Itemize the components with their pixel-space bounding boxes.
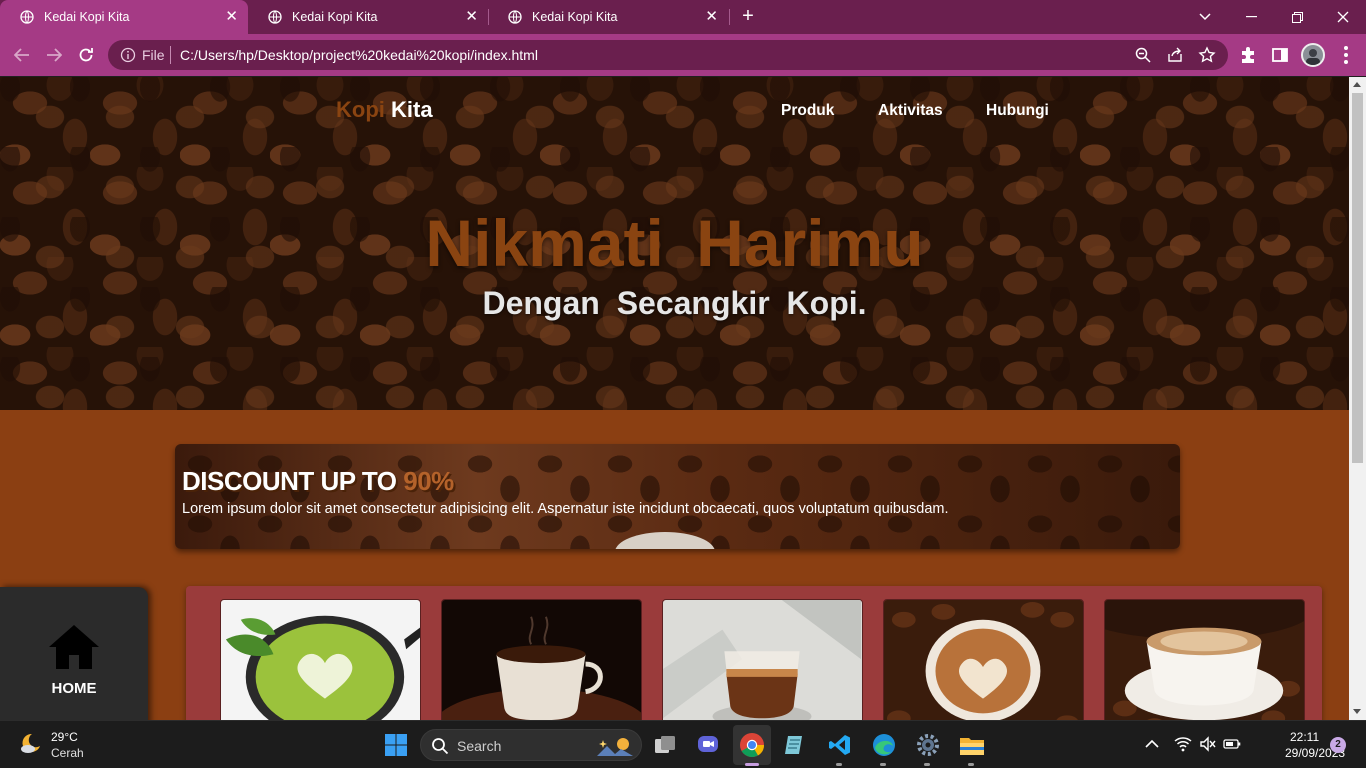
- latte-art-image: [884, 600, 1083, 720]
- home-button[interactable]: HOME: [0, 587, 148, 720]
- start-icon[interactable]: [382, 731, 410, 759]
- hero-section: Kopi Kita Produk Aktivitas Hubungi Nikma…: [0, 77, 1349, 410]
- forward-button[interactable]: [42, 43, 66, 67]
- search-placeholder: Search: [457, 738, 502, 754]
- globe-icon: [508, 10, 522, 24]
- new-tab-button[interactable]: +: [738, 5, 758, 29]
- search-highlight-icon: [597, 738, 633, 756]
- chrome-icon[interactable]: [733, 725, 771, 765]
- discount-banner: DISCOUNT UP TO 90% Lorem ipsum dolor sit…: [175, 444, 1180, 549]
- windows-taskbar: 29°C Cerah Search 22:11 29/09/2023 2: [0, 720, 1366, 768]
- nav-link-hubungi[interactable]: Hubungi: [986, 102, 1049, 120]
- minimize-button[interactable]: [1228, 0, 1274, 34]
- nav-link-produk[interactable]: Produk: [781, 102, 834, 120]
- profile-avatar[interactable]: [1301, 43, 1325, 67]
- weather-temperature[interactable]: 29°C: [51, 730, 78, 744]
- hero-title: Nikmati Harimu: [425, 206, 924, 280]
- restore-button[interactable]: [1274, 0, 1320, 34]
- tab-search-chevron-icon[interactable]: [1182, 0, 1228, 34]
- product-card-matcha[interactable]: [220, 599, 421, 720]
- nav-link-aktivitas[interactable]: Aktivitas: [878, 102, 943, 120]
- show-hidden-icons-chevron-icon[interactable]: [1143, 735, 1161, 753]
- page-viewport: Kopi Kita Produk Aktivitas Hubungi Nikma…: [0, 77, 1349, 720]
- browser-tab-3[interactable]: Kedai Kopi Kita ✕: [488, 0, 728, 34]
- settings-icon[interactable]: [914, 731, 942, 759]
- chrome-active-indicator: [745, 763, 759, 766]
- tab-divider: [729, 9, 730, 25]
- site-info-icon[interactable]: [120, 47, 136, 63]
- scrollbar-thumb[interactable]: [1352, 93, 1363, 463]
- tab-title: Kedai Kopi Kita: [532, 10, 618, 24]
- product-card-cappuccino[interactable]: [1104, 599, 1305, 720]
- share-icon[interactable]: [1166, 46, 1184, 64]
- browser-toolbar: File C:/Users/hp/Desktop/project%20kedai…: [0, 34, 1366, 76]
- browser-tab-2[interactable]: Kedai Kopi Kita ✕: [248, 0, 488, 34]
- edge-icon[interactable]: [870, 731, 898, 759]
- home-icon: [47, 623, 101, 671]
- file-explorer-icon[interactable]: [958, 731, 986, 759]
- home-label: HOME: [51, 680, 97, 697]
- browser-tab-strip: Kedai Kopi Kita ✕ Kedai Kopi Kita ✕ Keda…: [0, 0, 1366, 34]
- vscode-icon[interactable]: [826, 731, 854, 759]
- matcha-latte-image: [221, 600, 420, 720]
- side-panel-icon[interactable]: [1270, 45, 1290, 65]
- taskbar-search[interactable]: Search: [420, 729, 642, 761]
- discount-description: Lorem ipsum dolor sit amet consectetur a…: [182, 501, 949, 517]
- page-scrollbar[interactable]: [1349, 77, 1366, 720]
- url-scheme-label: File: [142, 47, 165, 63]
- discount-percent: 90%: [403, 466, 454, 496]
- bookmark-star-icon[interactable]: [1198, 46, 1216, 64]
- menu-kebab-icon[interactable]: [1344, 46, 1348, 64]
- globe-icon: [20, 10, 34, 24]
- back-button[interactable]: [10, 43, 34, 67]
- browser-tab-1[interactable]: Kedai Kopi Kita ✕: [0, 0, 248, 34]
- extensions-puzzle-icon[interactable]: [1238, 45, 1258, 65]
- settings-running-indicator: [924, 763, 930, 766]
- task-view-icon[interactable]: [651, 731, 679, 759]
- scroll-up-arrow-icon[interactable]: [1353, 82, 1361, 87]
- discount-title-prefix: DISCOUNT UP TO: [182, 466, 397, 496]
- logo-part-kita: Kita: [391, 97, 433, 122]
- tab-title: Kedai Kopi Kita: [44, 10, 130, 24]
- hero-subtitle: Dengan Secangkir Kopi.: [482, 285, 867, 321]
- site-logo[interactable]: Kopi Kita: [336, 97, 433, 123]
- explorer-running-indicator: [968, 763, 974, 766]
- edge-running-indicator: [880, 763, 886, 766]
- vscode-running-indicator: [836, 763, 842, 766]
- discount-title: DISCOUNT UP TO 90%: [182, 466, 454, 497]
- close-tab-icon[interactable]: ✕: [465, 9, 478, 24]
- wifi-icon[interactable]: [1174, 735, 1192, 753]
- scroll-down-arrow-icon[interactable]: [1353, 709, 1361, 714]
- url-text[interactable]: C:/Users/hp/Desktop/project%20kedai%20ko…: [180, 47, 538, 63]
- globe-icon: [268, 10, 282, 24]
- weather-moon-icon[interactable]: [18, 731, 42, 755]
- notification-badge[interactable]: 2: [1330, 737, 1346, 753]
- zoom-icon[interactable]: [1134, 46, 1152, 64]
- product-card-coffee[interactable]: [441, 599, 642, 720]
- battery-icon[interactable]: [1223, 735, 1241, 753]
- coffee-cup-image: [442, 600, 641, 720]
- products-panel: [186, 586, 1322, 720]
- close-tab-icon[interactable]: ✕: [705, 9, 718, 24]
- tab-title: Kedai Kopi Kita: [292, 10, 378, 24]
- espresso-glass-image: [663, 600, 862, 720]
- notepad-icon[interactable]: [781, 731, 809, 759]
- weather-condition[interactable]: Cerah: [51, 746, 84, 760]
- chat-icon[interactable]: [694, 731, 722, 759]
- omnibox-divider: [170, 46, 171, 64]
- logo-part-kopi: Kopi: [336, 97, 385, 122]
- product-card-espresso[interactable]: [662, 599, 863, 720]
- clock-time[interactable]: 22:11: [1290, 730, 1319, 744]
- close-tab-icon[interactable]: ✕: [225, 9, 238, 24]
- address-bar[interactable]: File C:/Users/hp/Desktop/project%20kedai…: [108, 40, 1228, 70]
- close-window-button[interactable]: [1320, 0, 1366, 34]
- cappuccino-image: [1105, 600, 1304, 720]
- reload-button[interactable]: [74, 43, 98, 67]
- volume-muted-icon[interactable]: [1199, 735, 1217, 753]
- product-card-latte[interactable]: [883, 599, 1084, 720]
- search-icon: [431, 737, 449, 755]
